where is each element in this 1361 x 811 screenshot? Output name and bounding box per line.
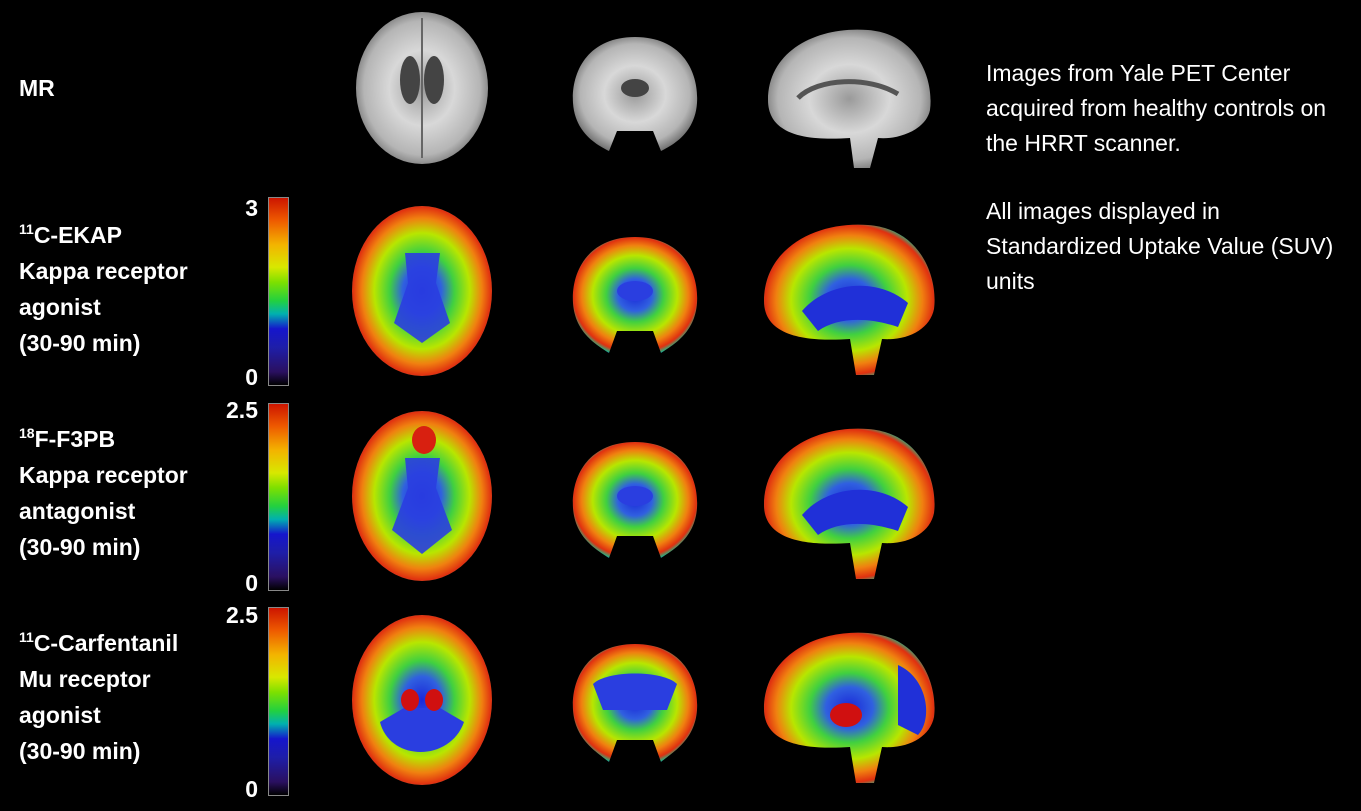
row-label-carfentanil: 11C-Carfentanil Mu receptor agonist (30-… [19, 625, 178, 769]
isotope-superscript: 18 [19, 425, 35, 441]
row-label-line: MR [19, 75, 55, 101]
row-label-line: (30-90 min) [19, 738, 141, 764]
info-paragraph-1: Images from Yale PET Center acquired fro… [986, 60, 1327, 156]
row-label-line: (30-90 min) [19, 534, 141, 560]
row-label-line: Mu receptor [19, 666, 151, 692]
mr-sagittal-image [768, 29, 931, 168]
f3pb-axial-image [352, 411, 492, 581]
row-label-mr: MR [19, 70, 55, 106]
colorbar-max-label: 2.5 [226, 602, 258, 628]
isotope-superscript: 11 [19, 629, 34, 645]
colorbar-min-label: 0 [245, 364, 258, 390]
colorbar-min-label: 0 [245, 570, 258, 596]
isotope-superscript: 11 [19, 221, 34, 237]
row-label-line: (30-90 min) [19, 330, 141, 356]
colorbar-ekap [268, 197, 289, 386]
tracer-name: C-Carfentanil [33, 630, 179, 656]
row-label-line: agonist [19, 702, 101, 728]
colorbar-carfentanil [268, 607, 289, 796]
f3pb-coronal-image [572, 442, 698, 558]
ekap-axial-image [352, 206, 492, 376]
mr-axial-image [356, 12, 488, 164]
row-label-line: agonist [19, 294, 101, 320]
carfentanil-sagittal-image [764, 632, 935, 783]
row-label-line: Kappa receptor [19, 462, 188, 488]
f3pb-sagittal-image [764, 428, 935, 579]
tracer-name: F-F3PB [34, 426, 116, 452]
colorbar-f3pb [268, 403, 289, 591]
ekap-coronal-image [572, 237, 698, 353]
carfentanil-axial-image [352, 615, 492, 785]
row-label-ekap: 11C-EKAP Kappa receptor agonist (30-90 m… [19, 217, 188, 361]
colorbar-max-label: 2.5 [226, 397, 258, 423]
row-label-line: antagonist [19, 498, 136, 524]
info-paragraph-2: All images displayed in Standardized Upt… [986, 198, 1334, 294]
ekap-sagittal-image [764, 224, 935, 375]
carfentanil-coronal-image [572, 644, 698, 762]
tracer-name: C-EKAP [33, 222, 122, 248]
row-label-f3pb: 18F-F3PB Kappa receptor antagonist (30-9… [19, 421, 188, 565]
row-label-line: Kappa receptor [19, 258, 188, 284]
colorbar-min-label: 0 [245, 776, 258, 802]
mr-coronal-image [572, 37, 698, 151]
colorbar-max-label: 3 [245, 195, 258, 221]
